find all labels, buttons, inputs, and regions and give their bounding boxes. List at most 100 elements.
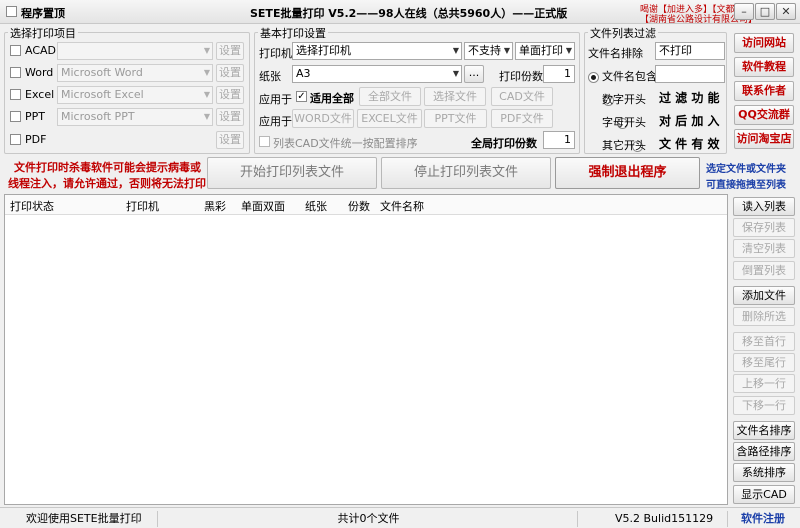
excel-settings-button[interactable]: 设置 xyxy=(216,86,244,104)
sort-by-name-button[interactable]: 文件名排序 xyxy=(733,421,795,440)
move-last-button[interactable]: 移至尾行 xyxy=(733,353,795,372)
exclude-input[interactable]: 不打印 xyxy=(655,42,725,60)
acad-combo[interactable]: ▼ xyxy=(57,42,213,60)
word-checkbox[interactable] xyxy=(10,67,21,78)
copies-input[interactable]: 1 xyxy=(543,65,575,83)
pin-top-label: 程序置顶 xyxy=(21,7,65,20)
tutorial-link[interactable]: 软件教程 xyxy=(734,57,794,77)
file-list-header: 打印状态 打印机 黑彩 单面双面 纸张 份数 文件名称 xyxy=(5,195,727,215)
excel-checkbox[interactable] xyxy=(10,89,21,100)
ppt-settings-button[interactable]: 设置 xyxy=(216,108,244,126)
minimize-button[interactable]: – xyxy=(734,3,754,20)
warning-line-2: 线程注入，请允许通过，否则将无法打印 xyxy=(8,177,206,190)
apply-excel-files-button[interactable]: EXCEL文件 xyxy=(357,109,422,128)
ppt-label: PPT xyxy=(25,110,45,123)
apply-selected-files-button[interactable]: 选择文件 xyxy=(424,87,486,106)
show-cad-button[interactable]: 显示CAD xyxy=(733,485,795,504)
close-button[interactable]: ✕ xyxy=(776,3,796,20)
apply-ppt-files-button[interactable]: PPT文件 xyxy=(424,109,487,128)
pin-top-checkbox[interactable] xyxy=(6,6,17,17)
filter-note-1: 过 滤 功 能 xyxy=(659,91,720,105)
system-sort-button[interactable]: 系统排序 xyxy=(733,463,795,482)
filter-digit-label: 数字开头 xyxy=(602,93,646,106)
sort-with-path-button[interactable]: 含路径排序 xyxy=(733,442,795,461)
printer-select[interactable]: 选择打印机 ▼ xyxy=(292,42,462,60)
apply-all-label: 适用全部 xyxy=(310,92,354,105)
col-printer[interactable]: 打印机 xyxy=(126,198,159,214)
reverse-list-button[interactable]: 倒置列表 xyxy=(733,261,795,280)
chevron-down-icon: ▼ xyxy=(503,46,510,55)
status-file-count: 共计0个文件 xyxy=(160,511,578,527)
col-color[interactable]: 黑彩 xyxy=(204,198,226,214)
chevron-down-icon: ▼ xyxy=(203,90,210,99)
global-copies-input[interactable]: 1 xyxy=(543,131,575,149)
col-duplex[interactable]: 单面双面 xyxy=(241,198,285,214)
clear-list-button[interactable]: 清空列表 xyxy=(733,239,795,258)
filter-note-2: 对 后 加 入 xyxy=(659,114,720,128)
status-bar: 欢迎使用SETE批量打印 共计0个文件 V5.2 Bulid151129 软件注… xyxy=(0,507,800,528)
add-file-button[interactable]: 添加文件 xyxy=(733,286,795,305)
pdf-checkbox[interactable] xyxy=(10,134,21,145)
apply-all-checkbox[interactable] xyxy=(296,91,307,102)
apply-pdf-files-button[interactable]: PDF文件 xyxy=(491,109,553,128)
apply-word-files-button[interactable]: WORD文件 xyxy=(292,109,354,128)
qq-group-link[interactable]: QQ交流群 xyxy=(734,105,794,125)
taobao-shop-link[interactable]: 访问淘宝店 xyxy=(734,129,794,149)
window-title: SETE批量打印 V5.2——98人在线（总共5960人）——正式版 xyxy=(250,7,568,20)
printer-label: 打印机 xyxy=(259,47,292,60)
visit-website-link[interactable]: 访问网站 xyxy=(734,33,794,53)
word-combo[interactable]: Microsoft Word ▼ xyxy=(57,64,213,82)
word-label: Word xyxy=(25,66,54,79)
acad-checkbox[interactable] xyxy=(10,45,21,56)
move-down-button[interactable]: 下移一行 xyxy=(733,396,795,415)
stop-print-button[interactable]: 停止打印列表文件 xyxy=(381,157,551,189)
acad-settings-button[interactable]: 设置 xyxy=(216,42,244,60)
paper-more-button[interactable]: ... xyxy=(464,65,484,83)
apply-all-files-button[interactable]: 全部文件 xyxy=(359,87,421,106)
filter-contains-label: 文件名包含 xyxy=(602,70,657,83)
paper-select[interactable]: A3 ▼ xyxy=(292,65,462,83)
contains-input[interactable] xyxy=(655,65,725,83)
support-select[interactable]: 不支持 ▼ xyxy=(464,42,513,60)
col-paper[interactable]: 纸张 xyxy=(305,198,327,214)
copies-label: 打印份数 xyxy=(499,70,543,83)
col-copies[interactable]: 份数 xyxy=(348,198,370,214)
file-list[interactable]: 打印状态 打印机 黑彩 单面双面 纸张 份数 文件名称 xyxy=(4,194,728,505)
register-link[interactable]: 软件注册 xyxy=(730,511,796,527)
status-version: V5.2 Bulid151129 xyxy=(580,511,728,527)
delete-selected-button[interactable]: 删除所选 xyxy=(733,307,795,326)
drag-hint-line-1: 选定文件或文件夹 xyxy=(706,164,786,175)
apply-cad-files-button[interactable]: CAD文件 xyxy=(491,87,553,106)
ppt-checkbox[interactable] xyxy=(10,111,21,122)
drag-hint-line-2: 可直接拖拽至列表 xyxy=(706,180,786,191)
move-first-button[interactable]: 移至首行 xyxy=(733,332,795,351)
cad-unified-sort-label: 列表CAD文件统一按配置排序 xyxy=(273,137,418,150)
maximize-button[interactable]: □ xyxy=(755,3,775,20)
filter-note-3: 文 件 有 效 xyxy=(659,137,720,151)
chevron-down-icon: ▼ xyxy=(452,69,459,78)
start-print-button[interactable]: 开始打印列表文件 xyxy=(207,157,377,189)
force-exit-button[interactable]: 强制退出程序 xyxy=(555,157,700,189)
filter-title: 文件列表过滤 xyxy=(588,25,658,41)
basic-settings-title: 基本打印设置 xyxy=(258,25,328,41)
load-list-button[interactable]: 读入列表 xyxy=(733,197,795,216)
contact-author-link[interactable]: 联系作者 xyxy=(734,81,794,101)
col-filename[interactable]: 文件名称 xyxy=(380,198,424,214)
pdf-label: PDF xyxy=(25,133,47,146)
col-print-status[interactable]: 打印状态 xyxy=(10,198,54,214)
move-up-button[interactable]: 上移一行 xyxy=(733,374,795,393)
filter-letter-label: 字母开头 xyxy=(602,116,646,129)
duplex-select[interactable]: 单面打印 ▼ xyxy=(515,42,575,60)
acad-label: ACAD xyxy=(25,44,57,57)
filter-radio-contains[interactable] xyxy=(588,71,599,83)
title-bar: 程序置顶 SETE批量打印 V5.2——98人在线（总共5960人）——正式版 … xyxy=(0,0,800,25)
ppt-combo[interactable]: Microsoft PPT ▼ xyxy=(57,108,213,126)
warning-line-1: 文件打印时杀毒软件可能会提示病毒或 xyxy=(14,161,201,174)
word-settings-button[interactable]: 设置 xyxy=(216,64,244,82)
excel-combo[interactable]: Microsoft Excel ▼ xyxy=(57,86,213,104)
cad-unified-sort-checkbox[interactable] xyxy=(259,136,270,147)
save-list-button[interactable]: 保存列表 xyxy=(733,218,795,237)
pdf-settings-button[interactable]: 设置 xyxy=(216,131,244,149)
global-copies-label: 全局打印份数 xyxy=(471,137,537,150)
apply-label-1: 应用于 xyxy=(259,93,292,106)
